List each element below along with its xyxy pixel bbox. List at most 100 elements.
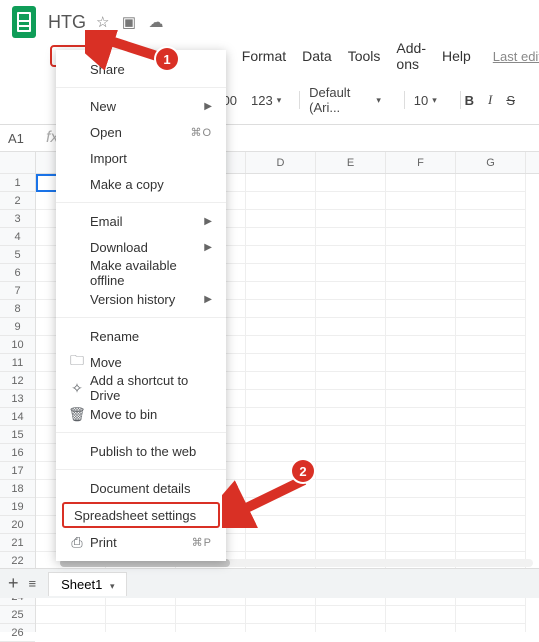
cell[interactable]: [246, 426, 316, 444]
cell[interactable]: [386, 480, 456, 498]
cell[interactable]: [246, 174, 316, 192]
cell[interactable]: [386, 300, 456, 318]
cell[interactable]: [316, 498, 386, 516]
cell[interactable]: [386, 246, 456, 264]
cell[interactable]: [246, 228, 316, 246]
cell[interactable]: [106, 624, 176, 632]
cell[interactable]: [386, 516, 456, 534]
cell[interactable]: [386, 408, 456, 426]
cell[interactable]: [246, 408, 316, 426]
cell[interactable]: [316, 210, 386, 228]
row-header[interactable]: 19: [0, 498, 35, 516]
cell[interactable]: [246, 318, 316, 336]
cell[interactable]: [386, 354, 456, 372]
cell[interactable]: [316, 264, 386, 282]
cell[interactable]: [456, 336, 526, 354]
cell[interactable]: [386, 462, 456, 480]
cell[interactable]: [386, 318, 456, 336]
cell[interactable]: [246, 192, 316, 210]
menu-item-move-bin[interactable]: 🗑Move to bin: [56, 401, 226, 427]
cell[interactable]: [316, 390, 386, 408]
cell[interactable]: [456, 210, 526, 228]
menu-item-rename[interactable]: Rename: [56, 323, 226, 349]
cell[interactable]: [386, 372, 456, 390]
cell[interactable]: [456, 300, 526, 318]
cell[interactable]: [386, 174, 456, 192]
number-format-button[interactable]: 123▾: [251, 93, 281, 108]
cell[interactable]: [386, 282, 456, 300]
row-header[interactable]: 6: [0, 264, 35, 282]
cell[interactable]: [386, 426, 456, 444]
menu-item-import[interactable]: Import: [56, 145, 226, 171]
cell[interactable]: [246, 282, 316, 300]
cell[interactable]: [246, 300, 316, 318]
cell[interactable]: [246, 390, 316, 408]
cell[interactable]: [106, 606, 176, 624]
cell[interactable]: [386, 228, 456, 246]
column-header[interactable]: E: [316, 152, 386, 173]
menu-item-download[interactable]: Download▶: [56, 234, 226, 260]
cell[interactable]: [456, 282, 526, 300]
menu-data[interactable]: Data: [302, 48, 332, 64]
menu-item-spreadsheet-settings[interactable]: Spreadsheet settings: [62, 502, 220, 528]
menu-item-offline[interactable]: Make available offline: [56, 260, 226, 286]
cell[interactable]: [456, 174, 526, 192]
menu-item-move[interactable]: 🗀Move: [56, 349, 226, 375]
all-sheets-button[interactable]: ≡: [29, 576, 37, 591]
row-header[interactable]: 1: [0, 174, 35, 192]
menu-help[interactable]: Help: [442, 48, 471, 64]
menu-item-publish[interactable]: Publish to the web: [56, 438, 226, 464]
menu-item-document-details[interactable]: Document details: [56, 475, 226, 501]
row-header[interactable]: 25: [0, 606, 35, 624]
row-header[interactable]: 8: [0, 300, 35, 318]
row-header[interactable]: 9: [0, 318, 35, 336]
menu-item-print[interactable]: ⎙Print⌘P: [56, 529, 226, 555]
cell[interactable]: [246, 246, 316, 264]
row-header[interactable]: 21: [0, 534, 35, 552]
row-header[interactable]: 12: [0, 372, 35, 390]
add-sheet-button[interactable]: +: [8, 573, 19, 594]
cell[interactable]: [386, 624, 456, 632]
cell[interactable]: [456, 246, 526, 264]
cell[interactable]: [176, 606, 246, 624]
cell[interactable]: [456, 498, 526, 516]
cell[interactable]: [386, 210, 456, 228]
cell[interactable]: [386, 390, 456, 408]
cell[interactable]: [456, 354, 526, 372]
cell[interactable]: [456, 192, 526, 210]
cell[interactable]: [316, 444, 386, 462]
cell[interactable]: [456, 624, 526, 632]
star-icon[interactable]: ☆: [96, 14, 109, 31]
cell[interactable]: [456, 372, 526, 390]
cell[interactable]: [316, 336, 386, 354]
cell[interactable]: [36, 606, 106, 624]
cell[interactable]: [316, 318, 386, 336]
sheet-tab[interactable]: Sheet1 ▾: [48, 572, 127, 596]
row-header[interactable]: 17: [0, 462, 35, 480]
cell[interactable]: [386, 264, 456, 282]
cell[interactable]: [316, 480, 386, 498]
cell[interactable]: [316, 228, 386, 246]
cell[interactable]: [316, 174, 386, 192]
cell[interactable]: [316, 408, 386, 426]
row-header[interactable]: 16: [0, 444, 35, 462]
cell[interactable]: [316, 426, 386, 444]
bold-button[interactable]: B: [465, 93, 474, 108]
cell[interactable]: [316, 354, 386, 372]
menu-item-make-copy[interactable]: Make a copy: [56, 171, 226, 197]
cell[interactable]: [456, 606, 526, 624]
cell[interactable]: [246, 534, 316, 552]
doc-title[interactable]: HTG: [48, 12, 86, 33]
strike-button[interactable]: S: [506, 93, 515, 108]
cell[interactable]: [456, 426, 526, 444]
menu-item-version[interactable]: Version history▶: [56, 286, 226, 312]
cell[interactable]: [246, 624, 316, 632]
font-size-select[interactable]: 10▾: [409, 90, 442, 111]
row-header[interactable]: 5: [0, 246, 35, 264]
cell[interactable]: [456, 516, 526, 534]
column-header[interactable]: F: [386, 152, 456, 173]
cell[interactable]: [386, 606, 456, 624]
row-header[interactable]: 13: [0, 390, 35, 408]
menu-addons[interactable]: Add-ons: [396, 40, 426, 72]
row-header[interactable]: 14: [0, 408, 35, 426]
